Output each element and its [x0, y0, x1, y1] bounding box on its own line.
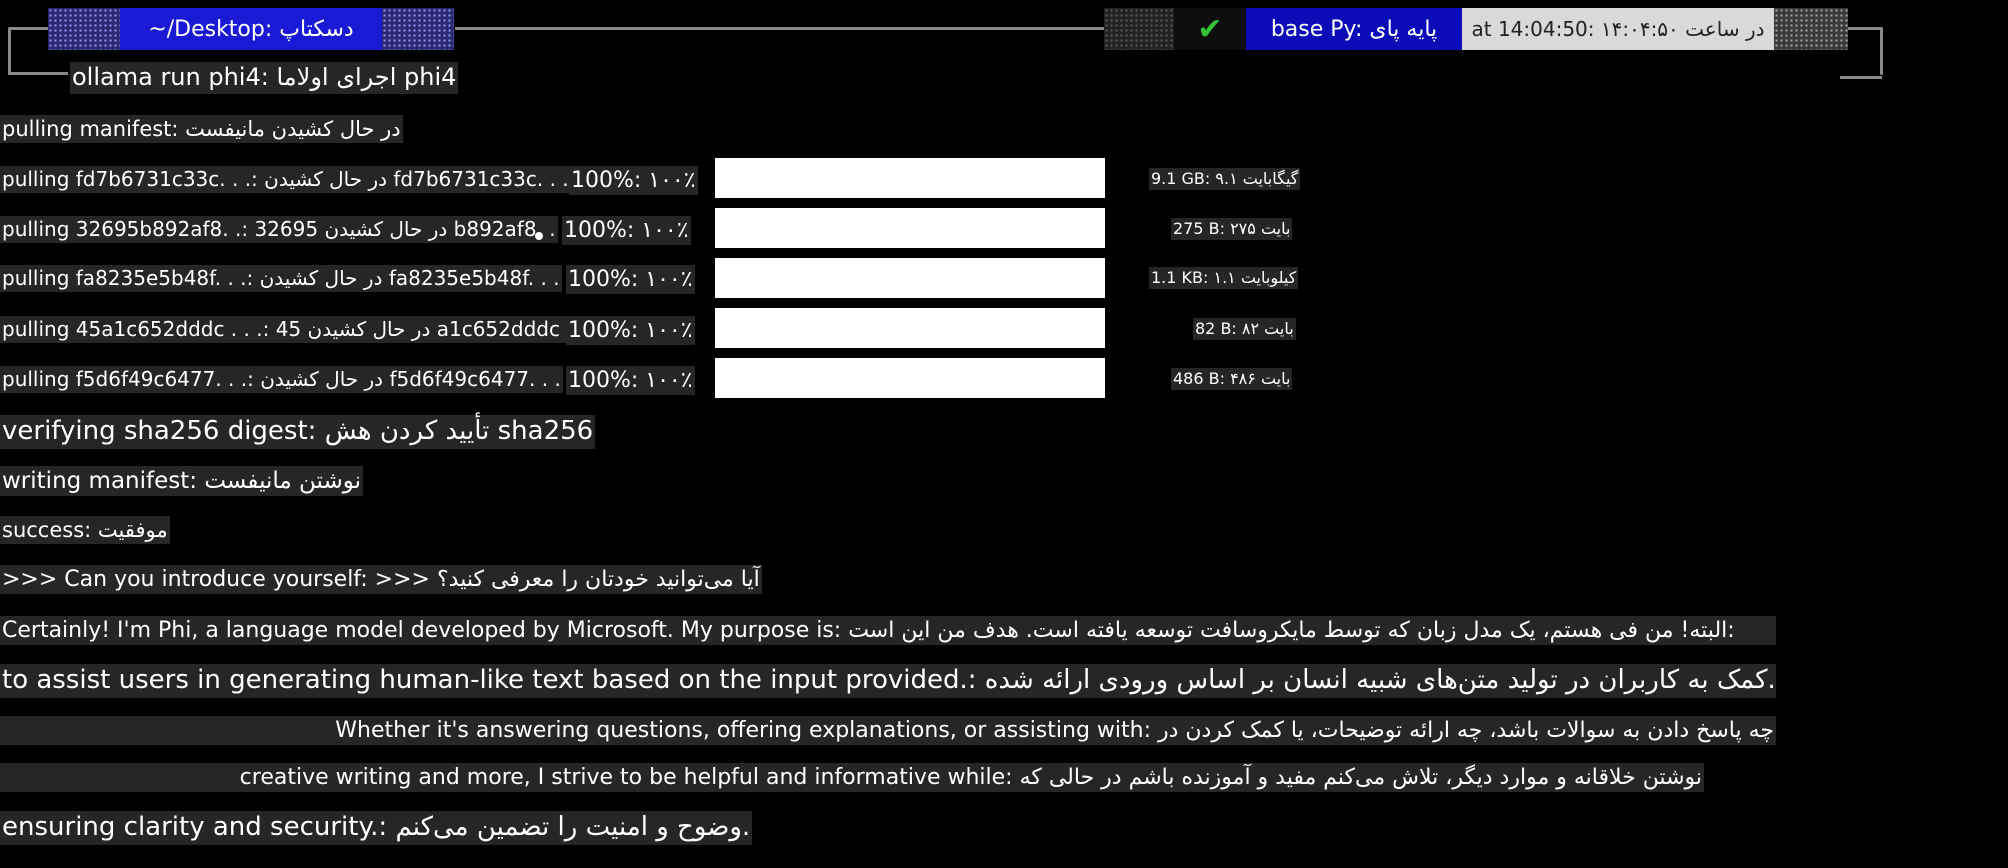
download-progress-bar: [715, 258, 1105, 298]
response-line: Certainly! I'm Phi, a language model dev…: [0, 616, 1776, 646]
download-label: pulling fa8235e5b48f. . .: در حال کشیدن …: [0, 265, 562, 292]
prompt-environment: base Py: پایه پای: [1246, 8, 1462, 50]
prompt-time: at 14:04:50: ۱۴:۰۴:۵۰ در ساعت: [1462, 8, 1774, 50]
prompt-decoration: [48, 8, 120, 50]
response-line: to assist users in generating human-like…: [0, 664, 1776, 698]
user-question-line: >>> Can you introduce yourself: >>> آیا …: [0, 565, 762, 595]
download-percent: 100%: ۱۰۰٪: [566, 265, 695, 295]
command-line: ollama run phi4: اجرای اولاما phi4: [70, 62, 459, 94]
download-size: 1.1 KB: ۱.۱ کیلوبایت: [1149, 267, 1299, 290]
prompt-frame-corner: [8, 27, 11, 75]
bullet-mark: [535, 232, 543, 240]
download-label: pulling f5d6f49c6477. . .: در حال کشیدن …: [0, 366, 563, 393]
success-line: success: موفقیت: [0, 516, 170, 545]
prompt-directory: ~/Desktop: دسکتاپ: [120, 8, 382, 50]
terminal-window[interactable]: ~/Desktop: دسکتاپ ✔ base Py: پایه پای at…: [0, 0, 2008, 868]
download-progress-bar: [715, 158, 1105, 198]
writing-manifest-line: writing manifest: نوشتن مانیفست: [0, 466, 364, 497]
response-line: Whether it's answering questions, offeri…: [0, 716, 1776, 746]
prompt-decoration: [1774, 8, 1848, 50]
download-percent: 100%: ۱۰۰٪: [566, 316, 695, 346]
download-size: 9.1 GB: ۹.۱ گیگابایت: [1149, 168, 1301, 191]
download-progress-fill: [715, 158, 1105, 198]
response-line: ensuring clarity and security.: وضوح و ا…: [0, 811, 753, 845]
download-percent: 100%: ۱۰۰٪: [569, 166, 698, 196]
verifying-line: verifying sha256 digest: تأیید کردن هش s…: [0, 415, 596, 449]
download-label: pulling 45a1c652dddc . . .: 45 در حال کش…: [0, 316, 601, 343]
prompt-frame-line: [455, 27, 1105, 30]
download-label: pulling 32695b892af8. .: 32695 در حال کش…: [0, 216, 558, 243]
check-icon: ✔: [1174, 8, 1246, 50]
prompt-frame-corner: [1846, 27, 1882, 30]
prompt-decoration: [382, 8, 454, 50]
download-size: 275 B: ۲۷۵ بایت: [1171, 218, 1293, 241]
download-progress-fill: [715, 358, 1105, 398]
prompt-frame-corner: [8, 72, 68, 75]
prompt-frame-corner: [1840, 76, 1882, 79]
download-label: pulling fd7b6731c33c. . .: در حال کشیدن …: [0, 166, 571, 193]
prompt-frame-corner: [1880, 27, 1883, 75]
download-progress-fill: [715, 208, 1105, 248]
download-size: 486 B: ۴۸۶ بایت: [1171, 368, 1293, 391]
download-progress-bar: [715, 208, 1105, 248]
download-progress-fill: [715, 308, 1105, 348]
pulling-manifest-line: pulling manifest: در حال کشیدن مانیفست: [0, 115, 403, 144]
download-progress-fill: [715, 258, 1105, 298]
prompt-decoration: [1104, 8, 1174, 50]
response-line: creative writing and more, I strive to b…: [0, 763, 1704, 793]
download-percent: 100%: ۱۰۰٪: [562, 216, 691, 246]
download-progress-bar: [715, 358, 1105, 398]
download-progress-bar: [715, 308, 1105, 348]
prompt-frame-corner: [10, 27, 50, 30]
download-percent: 100%: ۱۰۰٪: [566, 366, 695, 396]
download-size: 82 B: ۸۲ بایت: [1193, 318, 1296, 341]
